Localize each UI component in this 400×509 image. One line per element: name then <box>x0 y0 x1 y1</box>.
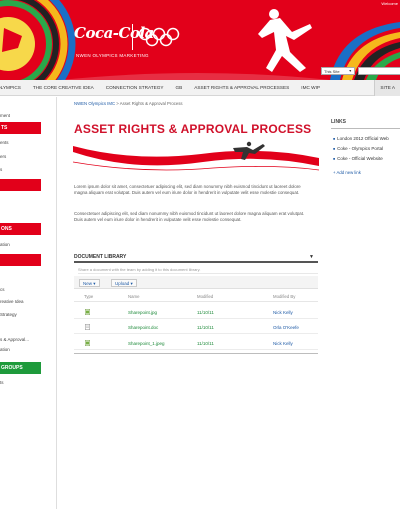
new-button[interactable]: New ▾ <box>79 279 100 287</box>
file-modified-by[interactable]: Nick Kelly <box>273 341 293 346</box>
file-name-link[interactable]: Sharepoint.jpg <box>128 310 157 315</box>
leftnav-link[interactable]: ts <box>0 380 4 385</box>
intro-paragraph-2: Consectetuer adipiscing elit, sed diam n… <box>74 211 305 223</box>
top-navigation: OLYMPICS THE CORE CREATIVE IDEA CONNECTI… <box>0 79 400 96</box>
nav-item-imc-wip[interactable]: IMC WIP <box>295 80 326 96</box>
table-row[interactable]: Sharepoint_1.jpeg 11/10/11 Nick Kelly <box>74 337 318 350</box>
leftnav-header[interactable] <box>0 179 41 191</box>
leftnav-header[interactable]: ONS <box>0 223 41 235</box>
file-name-link[interactable]: Sharepoint_1.jpeg <box>128 341 165 346</box>
add-new-link-label[interactable]: Add new link <box>336 170 360 175</box>
welcome-text[interactable]: Welcome <box>381 1 398 6</box>
title-swoosh-graphic <box>73 141 319 171</box>
share-hint: Share a document with the team by adding… <box>78 267 318 274</box>
intro-paragraph: Lorem ipsum dolor sit amet, consectetuer… <box>74 184 301 196</box>
add-new-link[interactable]: + Add new link <box>333 170 361 175</box>
links-title: LINKS <box>331 119 400 129</box>
table-bottom-border <box>74 353 318 354</box>
column-header-type[interactable]: Type <box>84 294 93 299</box>
leftnav-header-groups[interactable]: GROUPS <box>0 362 41 374</box>
page-title: ASSET RIGHTS & APPROVAL PROCESS <box>74 122 312 136</box>
olympic-rings-icon <box>138 27 180 47</box>
logo-divider <box>132 24 133 50</box>
site-search: This Site ▼ <box>321 67 400 75</box>
document-library-header[interactable]: DOCUMENT LIBRARY ▼ <box>74 254 318 263</box>
bullet-icon: ■ <box>333 147 336 151</box>
file-modified: 11/10/11 <box>197 310 214 315</box>
doc-file-icon <box>85 324 90 330</box>
file-name-link[interactable]: Sharepoint.doc <box>128 325 158 330</box>
link-item[interactable]: ■ Coke - Official Website <box>333 156 383 161</box>
dropdown-arrow-icon: ▾ <box>93 281 96 286</box>
leftnav-link[interactable]: ment <box>0 113 10 118</box>
column-header-modified-by[interactable]: Modified By <box>273 294 295 299</box>
nav-item-site-actions[interactable]: SITE A <box>374 79 400 96</box>
table-header-divider <box>74 301 318 302</box>
bullet-icon: ■ <box>333 137 336 141</box>
file-modified: 11/10/11 <box>197 341 214 346</box>
document-library-title: DOCUMENT LIBRARY <box>74 254 127 260</box>
leftnav-link[interactable]: ation <box>0 242 10 247</box>
file-modified-by[interactable]: Nick Kelly <box>273 310 293 315</box>
column-header-modified[interactable]: Modified <box>197 294 213 299</box>
leftnav-link[interactable]: s <box>0 167 2 172</box>
link-item-label[interactable]: London 2012 Official Web <box>337 136 389 141</box>
table-row[interactable]: Sharepoint.doc 11/10/11 Orla O'Keefe <box>74 321 318 334</box>
nav-item-connection-strategy[interactable]: CONNECTION STRATEGY <box>100 80 170 96</box>
new-button-label: New <box>83 281 93 286</box>
file-modified-by[interactable]: Orla O'Keefe <box>273 325 299 330</box>
image-file-icon <box>85 340 90 346</box>
leftnav-link[interactable]: ers <box>0 154 6 159</box>
link-item-label[interactable]: Coke - Official Website <box>337 156 383 161</box>
breadcrumb: NWEN Olympics IMC > Asset Rights & Appro… <box>74 101 183 106</box>
nav-item-asset-rights[interactable]: ASSET RIGHTS & APPROVAL PROCESSES <box>188 80 295 96</box>
bullet-icon: ■ <box>333 157 336 161</box>
library-toolbar: New ▾ Upload ▾ <box>74 276 318 289</box>
leftnav-link[interactable]: ation <box>0 347 10 352</box>
column-header-name[interactable]: Name <box>128 294 139 299</box>
nav-item-olympics[interactable]: OLYMPICS <box>0 80 27 96</box>
upload-button-label: Upload <box>115 281 130 286</box>
leftnav-link[interactable]: Strategy <box>0 312 17 317</box>
leftnav-link[interactable]: cs <box>0 287 5 292</box>
athlete-silhouette-icon <box>258 9 312 72</box>
leftnav-link[interactable]: s & Approval... <box>0 337 29 342</box>
breadcrumb-separator: > <box>116 101 119 106</box>
breadcrumb-current: Asset Rights & Approval Process <box>119 101 183 106</box>
breadcrumb-home-link[interactable]: NWEN Olympics IMC <box>74 101 115 106</box>
banner-subtitle: NWEN OLYMPICS MARKETING <box>76 53 149 58</box>
leftnav-link[interactable]: ents <box>0 140 9 145</box>
search-input[interactable] <box>358 67 400 75</box>
link-item-label[interactable]: Coke - Olympics Portal <box>337 146 383 151</box>
link-item[interactable]: ■ Coke - Olympics Portal <box>333 146 383 151</box>
leftnav-header[interactable] <box>0 254 41 266</box>
leftnav-link[interactable]: reative Idea <box>0 299 24 304</box>
nav-item-core-creative-idea[interactable]: THE CORE CREATIVE IDEA <box>27 80 100 96</box>
upload-button[interactable]: Upload ▾ <box>111 279 137 287</box>
chevron-down-icon: ▼ <box>348 69 352 73</box>
search-scope-select[interactable]: This Site ▼ <box>321 67 355 75</box>
dropdown-arrow-icon: ▾ <box>130 281 133 286</box>
search-scope-value: This Site <box>324 69 340 74</box>
caret-down-icon[interactable]: ▼ <box>309 254 314 260</box>
link-item[interactable]: ■ London 2012 Official Web <box>333 136 389 141</box>
leftnav-header[interactable]: TS <box>0 122 41 134</box>
nav-item-gb[interactable]: GB <box>170 80 189 96</box>
file-modified: 11/10/11 <box>197 325 214 330</box>
image-file-icon <box>85 309 90 315</box>
left-navigation: ment TS ents ers s ONS ation cs reative … <box>0 97 57 509</box>
table-row[interactable]: Sharepoint.jpg 11/10/11 Nick Kelly <box>74 306 318 319</box>
